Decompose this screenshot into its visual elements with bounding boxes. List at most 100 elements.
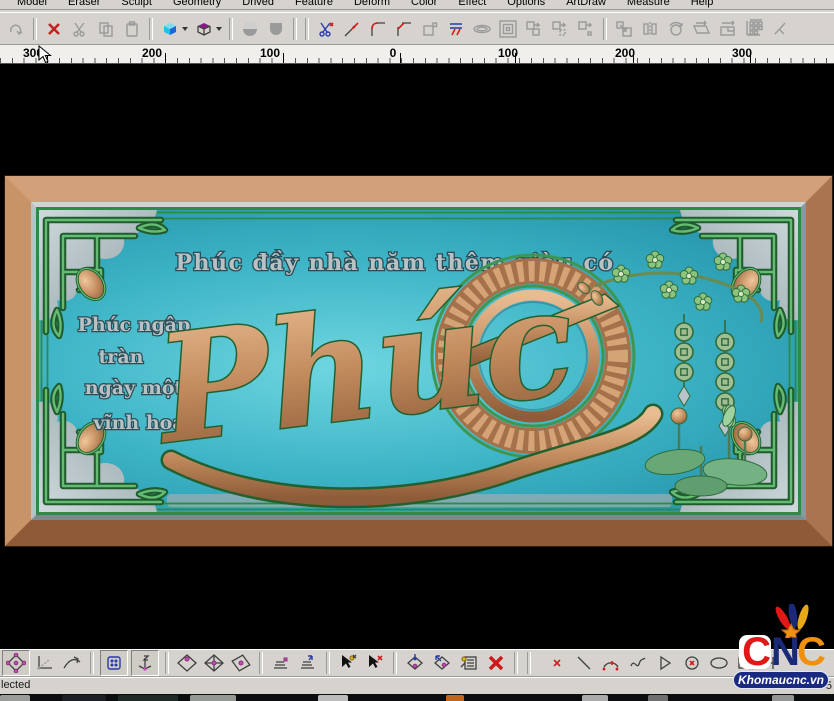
ruler-major-tick	[283, 53, 284, 63]
align-bottom-button[interactable]	[269, 651, 293, 675]
chamfer-button[interactable]	[392, 17, 416, 41]
relief-artwork[interactable]: Phúc đầy nhà năm thêm giàu có Phúc ngập …	[5, 176, 832, 546]
menu-eraser[interactable]: Eraser	[68, 0, 100, 8]
taskbar-item[interactable]	[648, 695, 668, 701]
menu-options[interactable]: Options	[507, 0, 545, 8]
taskbar-item[interactable]	[446, 695, 464, 701]
viewport[interactable]: Phúc đầy nhà năm thêm giàu có Phúc ngập …	[0, 64, 834, 649]
node-mid-button[interactable]	[175, 651, 199, 675]
toolbar-separator	[149, 18, 153, 40]
copy-button[interactable]	[94, 17, 118, 41]
menu-feature[interactable]: Feature	[295, 0, 333, 8]
menu-help[interactable]: Help	[691, 0, 714, 8]
extend-curve-button[interactable]	[340, 17, 364, 41]
node-select-button[interactable]	[2, 650, 30, 676]
scale-button[interactable]	[612, 17, 636, 41]
multi-offset-button[interactable]	[444, 17, 468, 41]
delete-all-button[interactable]	[484, 651, 508, 675]
menu-effect[interactable]: Effect	[458, 0, 486, 8]
arc-tool-button[interactable]	[599, 651, 623, 675]
taskbar-item[interactable]	[772, 695, 794, 701]
wireframe-view-button[interactable]	[192, 17, 216, 41]
taskbar-start-button[interactable]	[0, 695, 30, 701]
wireframe-view-icon	[195, 20, 213, 38]
pick-point-button[interactable]	[336, 651, 360, 675]
taskbar-item[interactable]	[62, 695, 106, 701]
left-text-line-2: tràn	[99, 346, 144, 368]
copy-icon	[97, 20, 115, 38]
axis-origin-button[interactable]	[33, 651, 57, 675]
solid-view-button[interactable]	[158, 17, 182, 41]
menu-sculpt[interactable]: Sculpt	[121, 0, 152, 8]
toolbar-separator	[165, 652, 169, 674]
taskbar-item[interactable]	[190, 695, 236, 701]
trim-curve-icon	[317, 20, 335, 38]
artwork-panel: Phúc đầy nhà năm thêm giàu có Phúc ngập …	[36, 207, 801, 515]
copy-transform-3-button[interactable]	[574, 17, 598, 41]
taskbar-item[interactable]	[118, 695, 178, 701]
copy-transform-1-button[interactable]	[522, 17, 546, 41]
move-node-down-button[interactable]	[403, 651, 427, 675]
copy-transform-2-button[interactable]	[548, 17, 572, 41]
menu-model[interactable]: Model	[17, 0, 47, 8]
point-tool-button[interactable]	[545, 651, 569, 675]
shaded-dome-button[interactable]	[264, 17, 288, 41]
menu-artdraw[interactable]: ArtDraw	[566, 0, 606, 8]
node-select-icon	[6, 653, 26, 673]
shaded-sphere-button[interactable]	[238, 17, 262, 41]
horizontal-ruler[interactable]: 300 200 100 0 100 200 300	[0, 45, 834, 64]
redo-button[interactable]	[4, 17, 28, 41]
rotate-button[interactable]	[664, 17, 688, 41]
copy-transform-2-icon	[551, 20, 569, 38]
status-message: lected	[1, 679, 30, 691]
cut-button[interactable]	[68, 17, 92, 41]
point-tool-icon	[549, 655, 565, 671]
trim-curve-button[interactable]	[314, 17, 338, 41]
grid-snap-button[interactable]	[100, 650, 128, 676]
wireframe-view-dropdown-icon[interactable]	[216, 27, 222, 31]
stretch-button[interactable]	[716, 17, 740, 41]
ellipse-outline-button[interactable]	[470, 17, 494, 41]
move-node-up-icon	[432, 653, 452, 673]
concentric-offset-button[interactable]	[496, 17, 520, 41]
move-node-down-icon	[405, 653, 425, 673]
skew-button[interactable]	[690, 17, 714, 41]
menu-color[interactable]: Color	[411, 0, 437, 8]
solid-view-dropdown-icon[interactable]	[182, 27, 188, 31]
spline-tool-button[interactable]	[626, 651, 650, 675]
menu-drived[interactable]: Drived	[242, 0, 274, 8]
array-button[interactable]	[742, 17, 766, 41]
mirror-button[interactable]	[638, 17, 662, 41]
menu-bar: Model Eraser Sculpt Geometry Drived Feat…	[0, 0, 834, 9]
fillet-button[interactable]	[366, 17, 390, 41]
status-bar: lected 5	[0, 676, 834, 694]
align-top-button[interactable]	[296, 651, 320, 675]
menu-measure[interactable]: Measure	[627, 0, 670, 8]
menu-geometry[interactable]: Geometry	[173, 0, 221, 8]
delete-point-button[interactable]	[363, 651, 387, 675]
chamfer-icon	[395, 20, 413, 38]
paste-button[interactable]	[120, 17, 144, 41]
tangent-curve-button[interactable]	[60, 651, 84, 675]
pick-list-button[interactable]	[457, 651, 481, 675]
logo-letter-c1: C	[739, 635, 771, 669]
node-corner-button[interactable]	[202, 651, 226, 675]
toolbar-separator	[393, 652, 397, 674]
application-window: Model Eraser Sculpt Geometry Drived Feat…	[0, 0, 834, 701]
delete-button[interactable]	[42, 17, 66, 41]
windows-taskbar[interactable]	[0, 694, 834, 701]
coord-snap-button[interactable]	[131, 650, 159, 676]
copy-transform-3-icon	[577, 20, 595, 38]
taskbar-item[interactable]	[582, 695, 608, 701]
node-smooth-button[interactable]	[229, 651, 253, 675]
polygon-tool-button[interactable]	[653, 651, 677, 675]
taskbar-item[interactable]	[318, 695, 348, 701]
ellipse-tool-button[interactable]	[707, 651, 731, 675]
ruler-label: 300	[732, 46, 752, 60]
circle-tool-button[interactable]	[680, 651, 704, 675]
move-node-up-button[interactable]	[430, 651, 454, 675]
line-tool-button[interactable]	[572, 651, 596, 675]
menu-deform[interactable]: Deform	[354, 0, 390, 8]
clipped-tool-button[interactable]	[768, 17, 792, 41]
offset-rect-button[interactable]	[418, 17, 442, 41]
